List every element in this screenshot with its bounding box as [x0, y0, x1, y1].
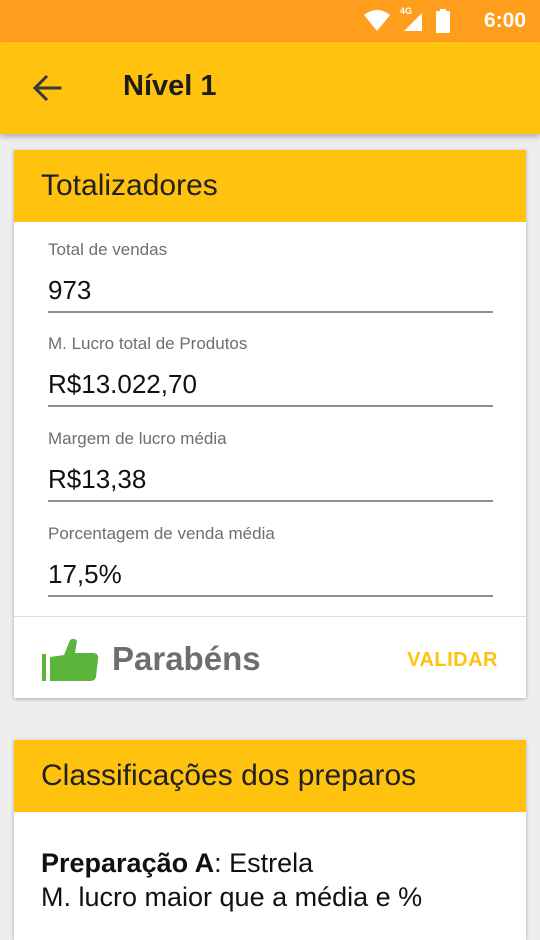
preparation-name: Preparação A — [41, 848, 215, 878]
card-header: Classificações dos preparos — [14, 740, 526, 812]
status-time: 6:00 — [483, 9, 526, 32]
wifi-icon — [364, 10, 390, 31]
validate-button[interactable]: VALIDAR — [407, 649, 498, 672]
thumbs-up-icon — [42, 638, 99, 681]
field-value[interactable]: 17,5% — [48, 559, 122, 590]
back-button[interactable] — [30, 72, 64, 104]
status-icons: 4G — [364, 6, 450, 33]
card-header: Totalizadores — [14, 150, 526, 222]
result-text: Parabéns — [112, 640, 261, 677]
field-value[interactable]: R$13,38 — [48, 464, 146, 495]
field-label: Total de vendas — [48, 240, 168, 259]
signal-icon: 4G — [400, 6, 426, 33]
field-margem-lucro[interactable]: Margem de lucro média R$13,38 — [48, 429, 493, 502]
field-total-vendas[interactable]: Total de vendas 973 — [48, 240, 493, 313]
preparation-class: Estrela — [229, 848, 314, 878]
divider — [14, 616, 526, 617]
field-underline — [48, 311, 493, 313]
status-bar: 4G 6:00 — [0, 0, 540, 42]
field-underline — [48, 500, 493, 502]
card-title: Totalizadores — [41, 169, 218, 202]
totalizadores-card: Totalizadores Total de vendas 973 M. Luc… — [14, 150, 526, 698]
page-title: Nível 1 — [123, 70, 217, 102]
field-label: Porcentagem de venda média — [48, 524, 275, 543]
field-label: M. Lucro total de Produtos — [48, 334, 248, 353]
battery-icon — [436, 9, 450, 33]
preparation-description: M. lucro maior que a média e % — [41, 882, 423, 912]
arrow-back-icon — [32, 74, 62, 102]
preparation-separator: : — [214, 848, 230, 878]
field-value[interactable]: R$13.022,70 — [48, 369, 197, 400]
card-title: Classificações dos preparos — [41, 759, 417, 792]
classificacoes-card: Classificações dos preparos Preparação A… — [14, 740, 526, 940]
field-label: Margem de lucro média — [48, 429, 227, 448]
field-value[interactable]: 973 — [48, 275, 91, 306]
field-porcentagem-venda[interactable]: Porcentagem de venda média 17,5% — [48, 524, 493, 597]
field-lucro-total[interactable]: M. Lucro total de Produtos R$13.022,70 — [48, 334, 493, 407]
preparation-item: Preparação A: Estrela — [41, 848, 313, 879]
field-underline — [48, 405, 493, 407]
field-underline — [48, 595, 493, 597]
app-bar: Nível 1 — [0, 42, 540, 134]
